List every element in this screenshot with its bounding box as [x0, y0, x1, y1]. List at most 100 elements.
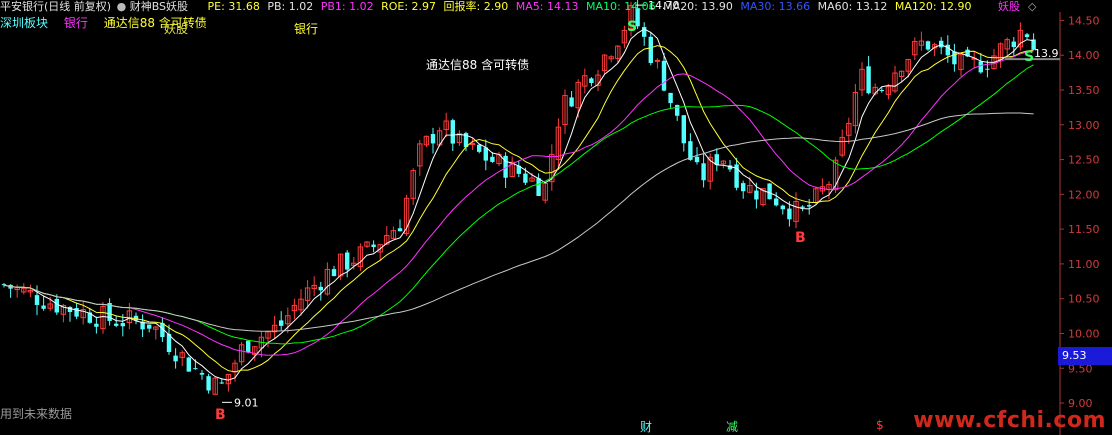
ma120-value: MA120: 12.90 — [894, 0, 972, 13]
signal-buy: B — [215, 407, 226, 423]
y-tick-label: 12.00 — [1068, 188, 1100, 201]
ma30-line — [3, 64, 1034, 345]
candle-body — [219, 382, 224, 384]
y-tick-label: 11.00 — [1068, 258, 1100, 271]
signal-sell: S — [1024, 49, 1034, 65]
candle-body — [780, 205, 785, 210]
ma20-value: MA20: 13.90 — [663, 0, 733, 13]
candle-body — [120, 323, 125, 327]
dollar-marker[interactable]: $ — [876, 418, 884, 432]
candle-body — [807, 205, 812, 207]
ma30-value: MA30: 13.66 — [740, 0, 811, 13]
candle-body — [681, 115, 686, 144]
candle-body — [589, 78, 594, 83]
cai-marker[interactable]: 财 — [640, 418, 652, 435]
stock-title[interactable]: 平安银行(日线 前复权) — [0, 0, 111, 13]
candle-body — [939, 40, 944, 48]
candle-body — [754, 190, 759, 200]
roe-value: ROE: 2.97 — [381, 0, 437, 13]
candle-body — [694, 156, 700, 163]
candle-body — [430, 133, 436, 144]
chart-annotation: 通达信88 含可转债 — [426, 58, 530, 72]
candle-body — [469, 143, 476, 146]
candle-body — [199, 372, 205, 375]
y-tick-label: 13.00 — [1068, 119, 1100, 132]
y-tick-label: 10.50 — [1068, 293, 1100, 306]
candle-body — [186, 357, 191, 372]
candle-body — [661, 60, 667, 91]
candle-body — [800, 206, 805, 208]
board-bank[interactable]: 银行 — [64, 16, 88, 30]
candle-body — [985, 68, 990, 70]
candle-body — [701, 163, 706, 181]
candle-body — [866, 66, 871, 94]
candle-body — [767, 183, 772, 200]
y-tick-label: 10.00 — [1068, 327, 1100, 340]
y-tick-label: 11.50 — [1068, 223, 1100, 236]
y-tick-label: 12.50 — [1068, 154, 1100, 167]
candle-body — [450, 120, 455, 144]
candle-body — [34, 295, 40, 305]
candle-body — [397, 228, 403, 232]
header-bar: 平安银行(日线 前复权) ● 财神BS妖股 PE: 31.68 PB: 1.02… — [0, 0, 972, 14]
candle-body — [94, 323, 99, 327]
diamond-icon[interactable]: ◇ — [1028, 0, 1036, 14]
candle-body — [318, 286, 323, 291]
candle-body — [345, 252, 350, 270]
y-tick-label: 13.50 — [1068, 84, 1100, 97]
ma10-line — [3, 45, 1034, 373]
candle-body — [978, 61, 983, 73]
candle-body — [569, 97, 574, 107]
candle-body — [523, 173, 528, 183]
y-tick-label: 14.50 — [1068, 14, 1100, 27]
ma60-line — [3, 112, 1034, 332]
candle-body — [945, 44, 950, 56]
candle-body — [41, 305, 46, 309]
board-bank2[interactable]: 银行 — [294, 20, 318, 37]
candle-body — [147, 324, 152, 329]
candle-body — [331, 269, 337, 277]
current-price-badge: 9.53 — [1058, 347, 1112, 365]
signal-buy: B — [795, 230, 806, 246]
candle-body — [173, 355, 178, 362]
pb1-value: PB1: 1.02 — [320, 0, 374, 13]
candle-body — [654, 59, 661, 62]
candle-body — [952, 51, 957, 65]
ma10-value: MA10: 14.06 — [585, 0, 656, 13]
board-shenzhen[interactable]: 深圳板块 — [0, 16, 48, 30]
site-watermark: www.cfchi.com — [913, 408, 1106, 433]
candlestick-chart[interactable]: 14.50 14.00 13.50 13.00 12.50 12.00 11.50 11.00… — [0, 0, 1112, 435]
candle-body — [925, 41, 931, 50]
candle-body — [483, 147, 488, 161]
right-price-label: 13.9 — [1034, 47, 1059, 60]
low-price-label: 9.01 — [234, 396, 259, 409]
candle-body — [787, 208, 792, 220]
signal-sell: S — [627, 19, 637, 35]
future-data-note: 用到未来数据 — [0, 407, 73, 421]
candle-body — [477, 144, 482, 152]
ma60-value: MA60: 13.12 — [817, 0, 888, 13]
candle-body — [54, 298, 59, 313]
candle-body — [114, 323, 119, 326]
candle-body — [279, 320, 284, 326]
candle-body — [1024, 34, 1030, 38]
indicator-name[interactable]: 财神BS妖股 — [130, 0, 188, 13]
candle-body — [675, 104, 680, 116]
ma20-line — [3, 50, 1034, 356]
candle-body — [741, 183, 746, 192]
board-tdx[interactable]: 通达信88 含可转债 — [104, 16, 207, 30]
yaogu-label[interactable]: 妖股 — [998, 0, 1020, 14]
candle-body — [1011, 41, 1016, 48]
candle-body — [206, 376, 211, 391]
y-tick-label: 14.00 — [1068, 49, 1100, 62]
candle-body — [879, 90, 884, 92]
return-value: 回报率: 2.90 — [443, 0, 509, 13]
candle-body — [668, 92, 673, 104]
candle-body — [774, 198, 779, 206]
candle-body — [246, 340, 251, 353]
candle-body — [648, 36, 653, 63]
check-icon: ● — [116, 0, 127, 13]
jian-marker[interactable]: 减 — [726, 418, 738, 435]
board-overlay: 妖股 — [164, 22, 189, 36]
candle-body — [193, 368, 198, 370]
